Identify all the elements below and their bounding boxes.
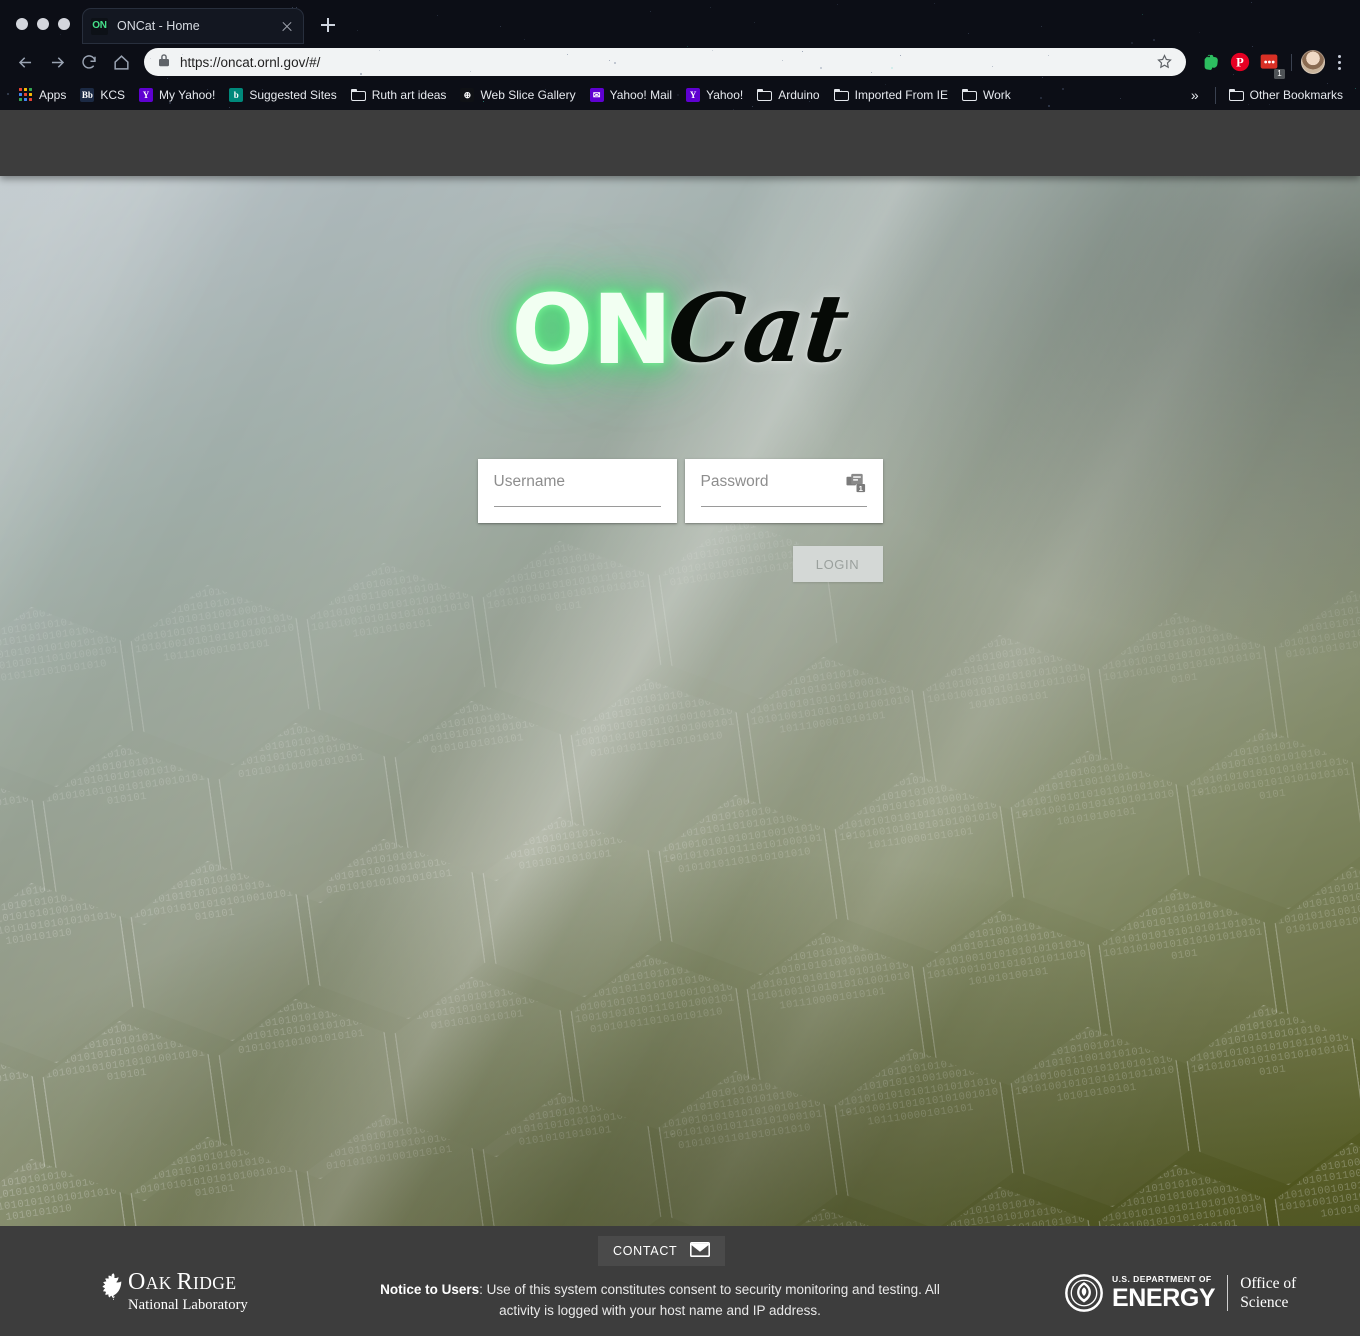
- oncat-logo: ONCat: [0, 274, 1360, 384]
- decorative-star: [808, 100, 810, 102]
- decorative-star: [1196, 98, 1198, 100]
- doe-line1: U.S. DEPARTMENT OF: [1112, 1274, 1212, 1285]
- decorative-star: [115, 98, 117, 100]
- decorative-star: [483, 100, 485, 102]
- folder-icon: [1228, 89, 1244, 101]
- oak-leaf-icon: [100, 1272, 124, 1300]
- decorative-star: [161, 58, 163, 60]
- pinterest-extension-icon[interactable]: P: [1227, 49, 1253, 75]
- window-minimize-dot[interactable]: [37, 18, 49, 30]
- decorative-star: [169, 102, 172, 105]
- decorative-star: [1247, 103, 1249, 105]
- decorative-star: [1040, 96, 1043, 99]
- decorative-star: [677, 94, 680, 97]
- decorative-star: [182, 53, 184, 55]
- decorative-star: [359, 73, 362, 76]
- decorative-star: [820, 66, 823, 69]
- doe-office-of-science: Office of Science: [1240, 1274, 1296, 1312]
- folder-icon: [350, 89, 366, 101]
- decorative-star: [470, 71, 472, 73]
- decorative-star: [609, 59, 611, 61]
- decorative-star: [261, 88, 263, 90]
- evernote-extension-icon[interactable]: [1198, 49, 1224, 75]
- window-close-dot[interactable]: [16, 18, 28, 30]
- decorative-star: [1354, 88, 1356, 90]
- decorative-star: [890, 66, 893, 69]
- app-header-bar: [0, 110, 1360, 176]
- doe-office-line1: Office of: [1240, 1275, 1297, 1292]
- notice-label: Notice to Users: [380, 1282, 480, 1297]
- svg-text:1: 1: [858, 484, 863, 493]
- notice-text: : Use of this system constitutes consent…: [479, 1282, 940, 1318]
- decorative-star: [1119, 98, 1121, 100]
- doe-divider: [1227, 1275, 1229, 1311]
- login-form: 1: [0, 459, 1360, 523]
- decorative-star: [1042, 76, 1044, 78]
- decorative-star: [884, 84, 886, 86]
- tab-close-icon[interactable]: [279, 18, 295, 34]
- contact-button[interactable]: CONTACT: [598, 1236, 726, 1266]
- username-input[interactable]: [493, 473, 661, 491]
- envelope-icon: [690, 1242, 711, 1260]
- decorative-star: [1061, 87, 1064, 90]
- ornl-line2: National Laboratory: [128, 1297, 248, 1313]
- folder-icon: [833, 89, 849, 101]
- oncat-login-page: 0100100101010011000010101101010101010101…: [0, 110, 1360, 1336]
- window-controls[interactable]: [8, 18, 82, 44]
- username-field-card[interactable]: [477, 459, 677, 523]
- password-input[interactable]: [700, 473, 867, 491]
- decorative-star: [802, 50, 804, 52]
- decorative-star: [149, 58, 151, 60]
- browser-chrome: ON ONCat - Home https://oncat.ornl.gov/#…: [0, 0, 1360, 110]
- folder-icon: [757, 89, 773, 101]
- logo-cat-text: Cat: [663, 274, 855, 384]
- doe-wordmark: U.S. DEPARTMENT OF ENERGY: [1112, 1274, 1216, 1312]
- folder-icon: [961, 89, 977, 101]
- decorative-star: [1251, 46, 1253, 48]
- logo-on-text: ON: [511, 274, 672, 386]
- login-button-row: LOGIN: [0, 546, 1360, 582]
- decorative-star: [900, 54, 902, 56]
- decorative-star: [1047, 105, 1050, 108]
- extension-badge-count: 1: [1274, 69, 1285, 79]
- decorative-star: [206, 88, 208, 90]
- oncat-favicon: ON: [91, 17, 108, 35]
- ornl-logo: OAK RIDGE National Laboratory: [100, 1270, 248, 1313]
- decorative-star: [6, 93, 9, 96]
- login-button[interactable]: LOGIN: [792, 546, 883, 582]
- page-footer: CONTACT Notice to Users: Use of this sys…: [0, 1226, 1360, 1336]
- decorative-star: [752, 105, 754, 107]
- new-tab-button[interactable]: [314, 11, 342, 39]
- password-manager-icon[interactable]: 1: [845, 473, 867, 493]
- decorative-star: [870, 72, 872, 74]
- contact-label: CONTACT: [613, 1244, 678, 1258]
- svg-text:P: P: [1236, 56, 1244, 70]
- decorative-star: [379, 49, 381, 51]
- decorative-star: [992, 65, 994, 67]
- decorative-star: [711, 49, 713, 51]
- doe-line2: ENERGY: [1112, 1283, 1216, 1312]
- password-field-card[interactable]: 1: [684, 459, 883, 523]
- doe-logo: U.S. DEPARTMENT OF ENERGY Office of Scie…: [1065, 1274, 1296, 1312]
- decorative-star: [545, 89, 547, 91]
- window-maximize-dot[interactable]: [58, 18, 70, 30]
- decorative-star: [1048, 55, 1050, 56]
- decorative-star: [687, 46, 689, 48]
- ornl-wordmark: OAK RIDGE National Laboratory: [128, 1270, 248, 1313]
- decorative-star: [166, 77, 168, 79]
- doe-office-line2: Science: [1240, 1294, 1289, 1311]
- decorative-star: [781, 60, 783, 62]
- tab-strip: ON ONCat - Home: [0, 0, 1360, 44]
- doe-seal-icon: [1065, 1274, 1103, 1312]
- notice-to-users: Notice to Users: Use of this system cons…: [380, 1279, 940, 1321]
- decorative-star: [1326, 82, 1328, 84]
- browser-tab[interactable]: ON ONCat - Home: [82, 8, 304, 44]
- decorative-star: [614, 61, 617, 64]
- ornl-line1: OAK RIDGE: [128, 1269, 237, 1295]
- decorative-star: [228, 107, 230, 109]
- decorative-star: [566, 53, 568, 55]
- red-extension-icon[interactable]: 1: [1256, 49, 1285, 79]
- tab-title: ONCat - Home: [117, 19, 200, 33]
- decorative-star: [1269, 104, 1271, 106]
